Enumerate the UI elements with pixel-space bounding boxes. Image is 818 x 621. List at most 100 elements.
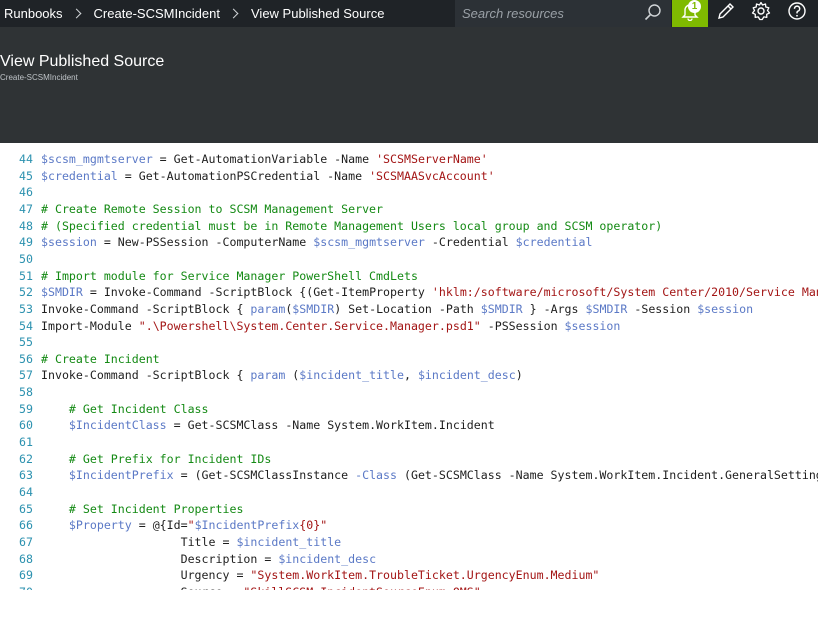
line-number: 68 — [19, 551, 33, 566]
code-token: = Get-AutomationVariable -Name — [152, 152, 377, 166]
code-line: 68 Description = $incident_desc — [0, 551, 818, 568]
code-text: # (Specified credential must be in Remot… — [41, 218, 662, 235]
search-icon[interactable] — [643, 3, 663, 28]
code-token: Invoke-Command -ScriptBlock { — [41, 301, 251, 316]
breadcrumb-runbook[interactable]: Create-SCSMIncident — [90, 6, 224, 21]
code-token: } -Args — [522, 301, 586, 316]
page-title: View Published Source — [0, 53, 165, 70]
code-token: param — [250, 368, 286, 383]
line-number: 57 — [19, 368, 33, 383]
code-text: Title = $incident_title — [41, 534, 342, 551]
code-token: $credential — [515, 235, 593, 250]
code-text: $IncidentPrefix = (Get-SCSMClassInstance… — [41, 467, 818, 484]
code-token: ( — [285, 368, 300, 383]
gear-icon — [751, 1, 771, 26]
code-text: Description = $incident_desc — [41, 551, 376, 568]
code-token: # Set Incident Properties — [68, 501, 244, 516]
code-token: -Session — [627, 301, 698, 316]
code-token: $SMDIR — [585, 301, 628, 316]
line-number: 60 — [19, 418, 33, 433]
code-token: $session — [41, 235, 97, 250]
code-text: # Set Incident Properties — [41, 501, 244, 518]
code-line: 69 Urgency = "System.WorkItem.TroubleTic… — [0, 567, 818, 584]
code-text: Invoke-Command -ScriptBlock { param($SMD… — [41, 301, 753, 318]
code-line: 67 Title = $incident_title — [0, 534, 818, 551]
code-token: = @{Id= — [131, 518, 188, 533]
breadcrumb-runbooks[interactable]: Runbooks — [0, 6, 67, 21]
line-number: 62 — [19, 451, 33, 466]
line-number: 58 — [19, 385, 33, 400]
line-number: 53 — [19, 301, 33, 316]
code-token: Title = — [41, 534, 237, 549]
line-number: 54 — [19, 318, 33, 333]
code-token: $incident_title — [299, 368, 404, 383]
line-number: 66 — [19, 518, 33, 533]
code-token: # Import module for Service Manager Powe… — [41, 268, 418, 283]
code-text: # Create Remote Session to SCSM Manageme… — [41, 201, 383, 218]
code-token: # Get Prefix for Incident IDs — [68, 451, 272, 466]
line-number: 61 — [19, 435, 33, 450]
line-number: 46 — [19, 185, 33, 200]
line-number: 56 — [19, 351, 33, 366]
code-token: = (Get-SCSMClassInstance — [173, 468, 356, 483]
code-token: Source = — [41, 585, 243, 590]
code-token: Description = — [41, 551, 279, 566]
code-token: -PSSession — [480, 318, 565, 333]
line-number: 49 — [19, 235, 33, 250]
line-number: 50 — [19, 251, 33, 266]
edit-button[interactable] — [708, 0, 744, 27]
code-line: 45 $credential = Get-AutomationPSCredenti… — [0, 168, 818, 185]
code-line: 53 Invoke-Command -ScriptBlock { param($S… — [0, 301, 818, 318]
code-token: $credential — [41, 168, 118, 183]
code-line: 50 — [0, 251, 818, 268]
chevron-right-icon — [71, 8, 81, 19]
code-text: Urgency = "System.WorkItem.TroubleTicket… — [41, 567, 600, 584]
line-number: 51 — [19, 268, 33, 283]
line-number: 70 — [0, 584, 33, 590]
search-box — [455, 0, 671, 27]
code-viewer[interactable]: 44 $scsm_mgmtserver = Get-AutomationVaria… — [0, 143, 818, 590]
code-token: 'hklm:/software/microsoft/System Center/… — [431, 285, 818, 300]
code-token: {0}" — [299, 518, 328, 533]
code-token: $incident_title — [236, 534, 342, 549]
code-token: ) Set-Location -Path — [334, 301, 481, 316]
line-number: 67 — [19, 534, 33, 549]
code-token: $IncidentClass — [68, 418, 167, 433]
line-number: 69 — [19, 568, 33, 583]
code-token: $session — [564, 318, 621, 333]
code-token: $scsm_mgmtserver — [41, 152, 153, 166]
code-token: = Get-SCSMClass -Name System.WorkItem.In… — [166, 418, 495, 433]
code-line: 52 $SMDIR = Invoke-Command -ScriptBlock {… — [0, 284, 818, 301]
notifications-button[interactable]: 1 — [672, 0, 708, 27]
code-token: $scsm_mgmtserver — [313, 235, 425, 250]
line-number: 48 — [19, 218, 33, 233]
line-number: 65 — [19, 501, 33, 516]
code-line: 62 # Get Prefix for Incident IDs — [0, 451, 818, 468]
help-button[interactable] — [779, 0, 815, 27]
breadcrumb: Runbooks Create-SCSMIncident View Publis… — [0, 0, 388, 27]
search-input[interactable] — [455, 5, 644, 22]
line-number: 59 — [19, 401, 33, 416]
code-token: # (Specified credential must be in Remot… — [41, 218, 663, 233]
code-text: # Get Incident Class — [41, 401, 209, 418]
breadcrumb-current[interactable]: View Published Source — [247, 6, 388, 21]
code-line: 63 $IncidentPrefix = (Get-SCSMClassInsta… — [0, 467, 818, 484]
code-line: 61 — [0, 434, 818, 451]
settings-button[interactable] — [743, 0, 779, 27]
code-token: (Get-SCSMClass -Name System.WorkItem.Inc… — [397, 468, 818, 483]
code-token: 'SCSMServerName' — [376, 152, 488, 166]
line-number: 64 — [19, 485, 33, 499]
code-token: "System.WorkItem.TroubleTicket.UrgencyEn… — [250, 568, 600, 583]
code-line: 56 # Create Incident — [0, 351, 818, 368]
code-line: 59 # Get Incident Class — [0, 401, 818, 418]
code-token: , — [403, 368, 418, 383]
code-text: $session = New-PSSession -ComputerName $… — [41, 234, 592, 251]
top-nav-bar: Runbooks Create-SCSMIncident View Publis… — [0, 0, 818, 27]
code-token: $IncidentPrefix — [68, 468, 174, 483]
code-token: # Create Incident — [41, 351, 160, 366]
